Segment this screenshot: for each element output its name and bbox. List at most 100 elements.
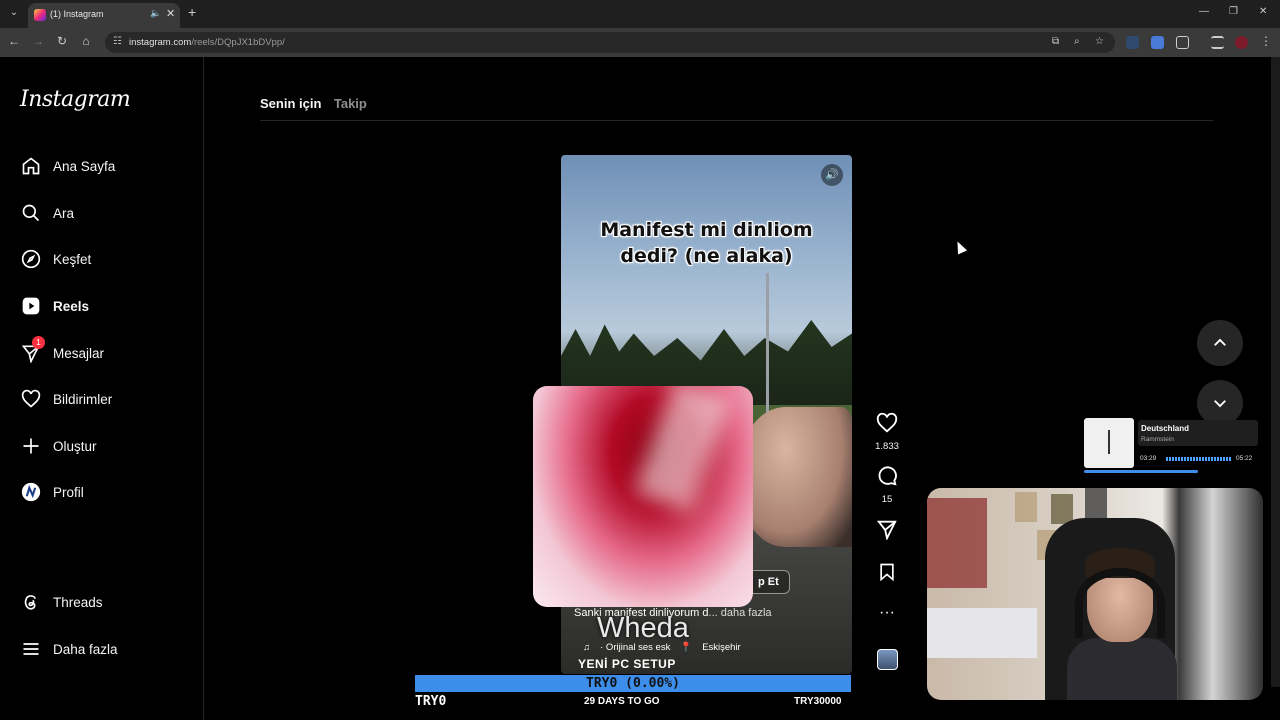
tab-search-icon[interactable]: ⌄: [6, 5, 22, 21]
home-button-icon[interactable]: ⌂: [78, 34, 94, 48]
sidebar-item-label: Oluştur: [53, 438, 97, 454]
reload-icon[interactable]: ↻: [54, 34, 70, 48]
bookmark-icon: [880, 563, 894, 582]
song-waveform: [1166, 457, 1232, 461]
sidebar-item-notifications[interactable]: Bildirimler: [20, 384, 190, 414]
goal-target: TRY30000: [794, 696, 842, 707]
sidebar-item-label: Ana Sayfa: [53, 158, 116, 174]
music-note-icon: ♫: [583, 642, 591, 653]
comment-count: 15: [881, 494, 893, 505]
minimize-icon[interactable]: —: [1199, 6, 1209, 17]
stream-blur-overlay: [533, 386, 753, 607]
comment-icon: [878, 466, 897, 486]
webcam-poster: [1085, 488, 1107, 518]
webcam-poster: [1015, 492, 1037, 522]
save-button[interactable]: [872, 562, 902, 587]
tab-title: (1) Instagram: [50, 9, 104, 19]
media-control-icon[interactable]: [1211, 36, 1224, 49]
sidebar-item-label: Bildirimler: [53, 391, 113, 407]
back-icon[interactable]: ←: [6, 34, 22, 48]
reels-icon: [20, 295, 42, 317]
address-bar[interactable]: ☷ instagram.com/reels/DQpJX1bDVpp/ ⧉ ⌕ ☆: [105, 32, 1115, 53]
location-label[interactable]: Eskişehir: [702, 642, 741, 653]
sidebar-item-explore[interactable]: Keşfet: [20, 244, 190, 274]
goal-current: TRY0: [415, 694, 447, 709]
song-elapsed: 03:29: [1140, 455, 1157, 462]
sidebar-item-label: Mesajlar: [53, 345, 105, 361]
song-artist: Rammstein: [1141, 436, 1174, 443]
share-button[interactable]: [872, 518, 902, 545]
instagram-favicon-icon: [34, 9, 46, 21]
messenger-icon: 1: [20, 336, 45, 364]
song-total: 05:22: [1236, 455, 1253, 462]
like-count: 1.833: [875, 441, 899, 452]
tab-following[interactable]: Takip: [334, 96, 367, 111]
sidebar-item-label: Profil: [53, 484, 84, 500]
goal-progress-text: TRY0 (0.00%): [586, 676, 680, 691]
sidebar-item-label: Daha fazla: [53, 641, 118, 657]
chevron-up-icon: [1214, 338, 1226, 346]
sidebar-item-label: Threads: [53, 594, 103, 610]
sidebar-item-create[interactable]: Oluştur: [20, 431, 190, 461]
video-hand: [741, 407, 852, 547]
sidebar-item-reels[interactable]: Reels: [20, 291, 190, 321]
tab-audio-icon[interactable]: 🔈: [150, 8, 161, 19]
goal-days: 29 DAYS TO GO: [584, 696, 660, 707]
extension-audio-icon[interactable]: [1126, 36, 1139, 49]
bookmark-star-icon[interactable]: ☆: [1095, 36, 1104, 47]
instagram-logo[interactable]: Instagram: [20, 87, 131, 112]
more-options-icon[interactable]: ···: [872, 604, 902, 622]
sidebar-item-home[interactable]: Ana Sayfa: [20, 151, 190, 181]
restore-icon[interactable]: ❐: [1229, 6, 1238, 17]
streamer-name: Wheda: [597, 612, 689, 644]
browser-toolbar: ← → ↻ ⌂ ☷ instagram.com/reels/DQpJX1bDVp…: [0, 28, 1280, 57]
plus-icon: [20, 435, 42, 457]
goal-title: YENİ PC SETUP: [578, 657, 676, 671]
page-scrollbar[interactable]: [1271, 57, 1280, 687]
install-app-icon[interactable]: ⧉: [1052, 36, 1059, 47]
window-close-icon[interactable]: ✕: [1259, 6, 1267, 17]
site-info-icon[interactable]: ☷: [113, 36, 122, 47]
sidebar-item-threads[interactable]: Threads: [20, 587, 190, 617]
sidebar-item-messages[interactable]: 1 Mesajlar: [20, 336, 190, 368]
translate-icon[interactable]: [1151, 36, 1164, 49]
sidebar-item-label: Ara: [53, 205, 75, 221]
search-icon: [20, 202, 42, 224]
mouse-cursor-icon: [952, 239, 968, 255]
menu-icon: [20, 638, 42, 660]
previous-reel-button[interactable]: [1197, 320, 1243, 366]
home-icon: [20, 155, 42, 177]
caption-more-link[interactable]: ... daha fazla: [709, 607, 772, 619]
sidebar-item-label: Reels: [53, 298, 90, 314]
webcam-bed: [927, 608, 1037, 658]
browser-tab[interactable]: (1) Instagram 🔈 ✕: [28, 3, 180, 28]
new-tab-icon[interactable]: +: [188, 4, 196, 20]
follow-button[interactable]: p Et: [747, 570, 790, 594]
audio-thumbnail[interactable]: [877, 649, 898, 670]
browser-menu-icon[interactable]: ⋮: [1258, 34, 1274, 48]
sidebar-item-label: Keşfet: [53, 251, 92, 267]
notification-badge: 1: [32, 336, 45, 349]
now-playing-widget: Deutschland Rammstein 03:29 05:22: [1084, 418, 1258, 473]
like-button[interactable]: 1.833: [872, 412, 902, 452]
profile-avatar-icon[interactable]: [1235, 36, 1248, 49]
volume-icon[interactable]: 🔊: [821, 164, 843, 186]
extensions-icon[interactable]: [1176, 36, 1189, 49]
avatar-icon: [20, 481, 42, 503]
zoom-icon[interactable]: ⌕: [1074, 36, 1080, 47]
sidebar-item-more[interactable]: Daha fazla: [20, 634, 190, 664]
send-icon: [876, 520, 897, 541]
compass-icon: [20, 248, 42, 270]
url-text: instagram.com/reels/DQpJX1bDVpp/: [129, 37, 285, 48]
sidebar-item-profile[interactable]: Profil: [20, 477, 190, 507]
forward-icon[interactable]: →: [30, 34, 46, 48]
tab-for-you[interactable]: Senin için: [260, 96, 321, 111]
heart-icon: [20, 388, 42, 410]
sidebar: Instagram Ana Sayfa Ara Keşfet Reels 1 M…: [0, 57, 204, 720]
comment-button[interactable]: 15: [872, 465, 902, 505]
feed-tabs: Senin için Takip: [260, 95, 375, 113]
sidebar-item-search[interactable]: Ara: [20, 198, 190, 228]
tab-close-icon[interactable]: ✕: [166, 7, 175, 20]
webcam-overlay: [927, 488, 1263, 700]
reel-overlay-text: Manifest mi dinliom dedi? (ne alaka): [600, 219, 813, 267]
